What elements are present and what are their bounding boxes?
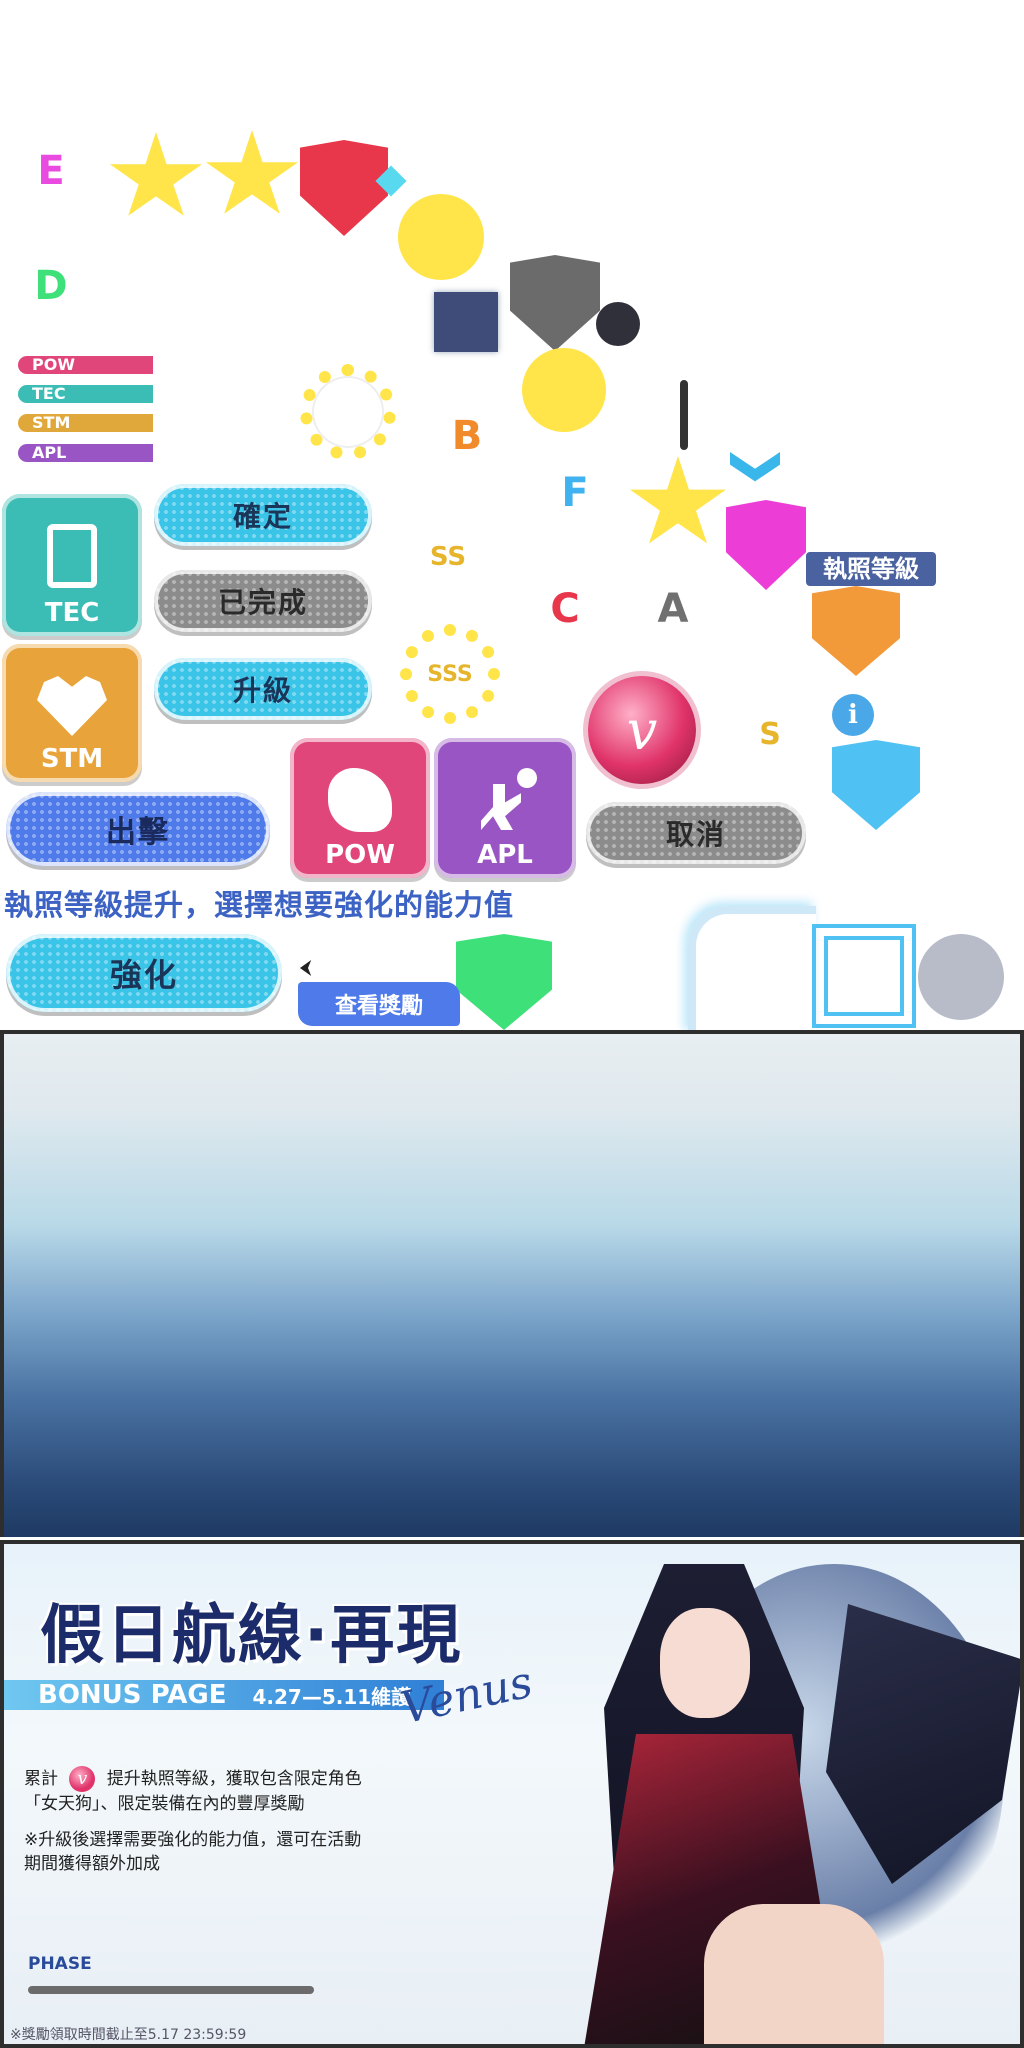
enhance-button[interactable]: 強化 <box>6 934 282 1012</box>
stat-bar-stm: STM <box>18 414 153 432</box>
blue-shield-icon <box>832 740 920 830</box>
stat-icon-tec[interactable]: TEC <box>2 494 142 636</box>
date-range-label: 4.27—5.11維護 <box>252 1684 412 1709</box>
view-reward-button[interactable]: 查看獎勵 <box>298 982 460 1026</box>
sortie-button[interactable]: 出擊 <box>6 792 270 866</box>
blank-shield-icon <box>304 250 384 342</box>
banner-title: 假日航線·再現 <box>40 1599 463 1673</box>
chevron-down-icon <box>730 452 780 482</box>
character-face <box>660 1608 750 1718</box>
cancel-button-label: 取消 <box>665 818 726 851</box>
stat-bar-pow: POW <box>18 356 153 374</box>
yellow-star-icon <box>205 130 299 214</box>
confirm-button-label: 確定 <box>232 500 293 533</box>
description-line-1: 累計 v 提升執照等級，獲取包含限定角色 <box>24 1766 464 1792</box>
divider-bar-icon <box>680 380 688 450</box>
info-icon[interactable]: i <box>832 694 874 736</box>
red-shield-icon <box>300 140 388 236</box>
rank-shield-a: A <box>636 566 710 652</box>
yellow-star-icon <box>109 132 203 216</box>
stat-icon-tec-label: TEC <box>44 598 100 628</box>
gray-shield-icon <box>510 255 600 351</box>
cancel-button[interactable]: 取消 <box>586 802 806 864</box>
character-artwork <box>524 1544 1020 2044</box>
heart-pulse-icon <box>37 676 107 736</box>
rank-ring-sss: SSS <box>400 624 500 724</box>
desc1-prefix: 累計 <box>24 1769 58 1789</box>
note-line-2: 期間獲得額外加成 <box>24 1854 160 1874</box>
rank-star-ss: SS <box>398 508 498 598</box>
phase-label: PHASE <box>28 1954 92 1974</box>
rank-shield-e: E <box>14 128 88 214</box>
rank-star-s: S <box>722 686 818 774</box>
bonus-page-strip: BONUS PAGE 4.27—5.11維護 <box>4 1680 444 1710</box>
upgrade-button-label: 升級 <box>232 674 293 707</box>
rank-shield-d: D <box>14 243 88 329</box>
stat-bar-apl: APL <box>18 444 153 462</box>
white-star-icon <box>166 238 262 326</box>
view-reward-button-label: 查看獎勵 <box>334 994 423 1019</box>
note-line-1: ※升級後選擇需要強化的能力值，還可在活動 <box>24 1830 362 1850</box>
dark-circle-icon <box>596 302 640 346</box>
enhance-button-label: 強化 <box>109 956 178 994</box>
yellow-circle-icon <box>522 348 606 432</box>
license-level-label: 執照等級 <box>806 552 936 586</box>
stat-icon-pow-label: POW <box>325 840 395 870</box>
magenta-shield-icon <box>726 500 806 590</box>
star-ring-icon <box>300 364 396 460</box>
frame-square-icon <box>812 924 916 1028</box>
completed-button-label: 已完成 <box>217 586 308 619</box>
phase-progress-bar <box>28 1986 314 1994</box>
cursor-arrow-icon <box>300 960 312 976</box>
gray-circle-icon <box>918 934 1004 1020</box>
desc1-suffix: 提升執照等級，獲取包含限定角色 <box>106 1769 362 1789</box>
yellow-star-icon <box>630 456 726 544</box>
book-icon <box>47 524 97 588</box>
rank-shield-b: B <box>430 393 504 479</box>
frame-corner-icon <box>688 906 816 1034</box>
rank-shield-f: F <box>538 450 612 536</box>
completed-button: 已完成 <box>154 570 372 632</box>
volleyball-player-icon <box>473 768 537 832</box>
yellow-circle-icon <box>398 194 484 280</box>
navy-square-icon <box>434 292 498 352</box>
stat-icon-pow[interactable]: POW <box>290 738 430 878</box>
stat-icon-stm-label: STM <box>40 744 104 774</box>
v-coin-icon: v <box>588 676 696 784</box>
gradient-background-panel <box>0 1030 1024 1537</box>
rank-shield-c: C <box>528 566 602 652</box>
v-coin-small-icon: v <box>69 1766 96 1792</box>
description-line-2: 「女天狗」、限定裝備在內的豐厚獎勵 <box>24 1794 305 1814</box>
stat-bar-tec: TEC <box>18 385 153 403</box>
green-shield-icon <box>456 934 552 1030</box>
deadline-text: ※獎勵領取時間截止至5.17 23:59:59 <box>10 2027 247 2043</box>
upgrade-button[interactable]: 升級 <box>154 658 372 720</box>
bonus-page-label: BONUS PAGE <box>38 1680 227 1710</box>
event-banner: 假日航線·再現 BONUS PAGE 4.27—5.11維護 Venus 累計 … <box>0 1540 1024 2048</box>
upgrade-prompt-text: 執照等級提升，選擇想要強化的能力值 <box>4 888 515 922</box>
stat-icon-apl-label: APL <box>477 840 533 870</box>
confirm-button[interactable]: 確定 <box>154 484 372 546</box>
bicep-icon <box>328 768 392 832</box>
banner-description: 累計 v 提升執照等級，獲取包含限定角色 「女天狗」、限定裝備在內的豐厚獎勵 ※… <box>24 1766 464 1876</box>
stat-icon-stm[interactable]: STM <box>2 644 142 782</box>
stat-icon-apl[interactable]: APL <box>434 738 576 878</box>
orange-shield-icon <box>812 586 900 676</box>
sortie-button-label: 出擊 <box>106 815 170 850</box>
character-leg <box>704 1904 884 2044</box>
